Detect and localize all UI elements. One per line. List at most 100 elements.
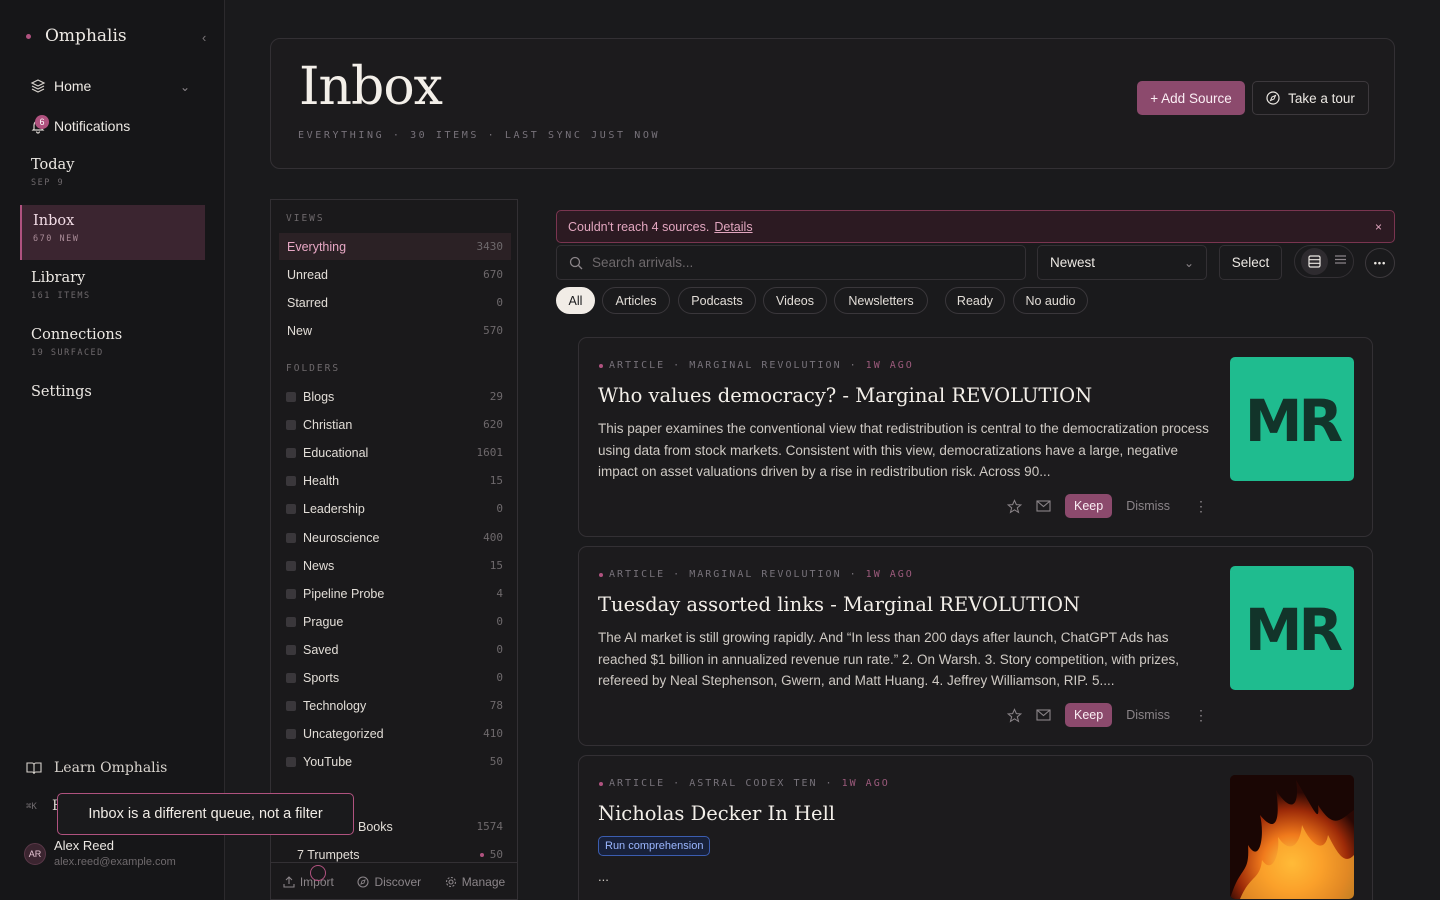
folder-color-icon — [286, 728, 296, 739]
nav-title: Settings — [31, 384, 92, 400]
nav-connections[interactable]: Connections 19 SURFACED — [20, 321, 205, 364]
filter-chip-videos[interactable]: Videos — [763, 287, 827, 314]
home-selector[interactable]: Home — [30, 78, 91, 94]
feed-card[interactable]: ARTICLE · ASTRAL CODEX TEN · 1W AGO Nich… — [578, 755, 1373, 900]
error-text: Couldn't reach 4 sources. — [568, 219, 710, 234]
filter-chip-podcasts[interactable]: Podcasts — [678, 287, 756, 314]
card-thumbnail[interactable]: MR — [1230, 566, 1354, 690]
filter-chip-all[interactable]: All — [556, 287, 595, 314]
card-description: This paper examines the conventional vie… — [598, 421, 1209, 480]
folder-item[interactable]: Uncategorized 410 — [286, 720, 503, 747]
view-new[interactable]: New 570 — [279, 317, 511, 344]
folder-item[interactable]: Christian 620 — [286, 411, 503, 438]
discover-button[interactable]: Discover — [357, 875, 421, 889]
user-profile[interactable]: AR Alex Reed alex.reed@example.com — [24, 838, 176, 868]
kebab-menu-icon[interactable]: ⋮ — [1194, 707, 1208, 724]
folder-item[interactable]: Sports 0 — [286, 664, 503, 691]
folder-color-icon — [286, 700, 296, 711]
more-options-icon[interactable]: ••• — [1365, 248, 1395, 278]
run-comprehension-badge[interactable]: Run comprehension — [598, 836, 711, 856]
card-title[interactable]: Nicholas Decker In Hell — [598, 802, 835, 825]
brand-name: Omphalis — [45, 26, 127, 46]
card-title[interactable]: Tuesday assorted links - Marginal REVOLU… — [598, 593, 1080, 616]
star-icon[interactable] — [1007, 498, 1022, 514]
star-icon[interactable] — [1007, 707, 1022, 723]
folder-item[interactable]: YouTube 50 — [286, 748, 503, 775]
filter-chip-newsletters[interactable]: Newsletters — [834, 287, 928, 314]
avatar: AR — [24, 843, 46, 865]
nav-library[interactable]: Library 161 ITEMS — [20, 264, 205, 307]
kebab-menu-icon[interactable]: ⋮ — [1194, 498, 1208, 515]
list-view-icon[interactable] — [1334, 253, 1347, 271]
nav-today[interactable]: Today SEP 9 — [20, 151, 205, 194]
learn-link[interactable]: Learn Omphalis — [26, 760, 167, 776]
import-button[interactable]: Import — [283, 875, 334, 889]
folder-item[interactable]: Educational 1601 — [286, 439, 503, 466]
folder-item[interactable]: News 15 — [286, 552, 503, 579]
view-toggle[interactable] — [1294, 245, 1354, 278]
folder-item[interactable]: Blogs 29 — [286, 383, 503, 410]
folder-item[interactable]: Prague 0 — [286, 608, 503, 635]
keep-button[interactable]: Keep — [1065, 703, 1113, 727]
sort-select[interactable]: Newest ⌄ — [1037, 245, 1207, 280]
view-everything[interactable]: Everything 3430 — [279, 233, 511, 260]
collapse-sidebar-icon[interactable]: ‹ — [202, 30, 206, 45]
folder-item[interactable]: Leadership 0 — [286, 495, 503, 522]
take-tour-button[interactable]: Take a tour — [1252, 81, 1369, 115]
folder-color-icon — [286, 532, 296, 543]
feed-card[interactable]: ARTICLE · MARGINAL REVOLUTION · 1W AGO T… — [578, 546, 1373, 746]
folder-label: Blogs — [303, 389, 335, 404]
folder-item[interactable]: Neuroscience 400 — [286, 524, 503, 551]
add-source-button[interactable]: + Add Source — [1137, 81, 1245, 115]
folder-item[interactable]: Technology 78 — [286, 692, 503, 719]
unread-dot-icon — [479, 853, 484, 857]
unread-dot-icon — [599, 363, 603, 368]
brand[interactable]: Omphalis — [26, 26, 127, 46]
folder-label: Health — [303, 473, 340, 488]
error-details-link[interactable]: Details — [714, 220, 752, 234]
manage-button[interactable]: Manage — [445, 875, 505, 889]
book-icon — [26, 762, 42, 775]
filter-chip-no-audio[interactable]: No audio — [1013, 287, 1088, 314]
card-view-icon[interactable] — [1301, 248, 1328, 275]
dismiss-button[interactable]: Dismiss — [1126, 708, 1170, 722]
close-icon[interactable]: × — [1375, 220, 1382, 234]
view-starred[interactable]: Starred 0 — [279, 289, 511, 316]
compass-icon — [357, 875, 370, 888]
card-thumbnail[interactable]: MR — [1230, 357, 1354, 481]
dismiss-button[interactable]: Dismiss — [1126, 499, 1170, 513]
folder-label: Educational — [303, 445, 369, 460]
mail-icon[interactable] — [1036, 709, 1051, 721]
folder-count: 0 — [496, 671, 503, 684]
folder-count: 15 — [489, 559, 503, 572]
folder-item[interactable]: Health 15 — [286, 467, 503, 494]
filter-chip-articles[interactable]: Articles — [602, 287, 670, 314]
folder-count: 78 — [489, 699, 503, 712]
nav-title: Library — [31, 270, 86, 286]
card-description: The AI market is still growing rapidly. … — [598, 630, 1180, 689]
filter-chip-ready[interactable]: Ready — [945, 287, 1005, 314]
card-thumbnail[interactable] — [1230, 775, 1354, 899]
chevron-down-icon[interactable]: ⌄ — [180, 80, 190, 94]
brand-dot-icon — [26, 33, 31, 39]
folder-count: 50 — [489, 755, 503, 768]
folder-item[interactable]: Saved 0 — [286, 636, 503, 663]
svg-text:MR: MR — [1245, 598, 1342, 658]
select-button[interactable]: Select — [1219, 245, 1282, 280]
keep-button[interactable]: Keep — [1065, 494, 1113, 518]
card-title[interactable]: Who values democracy? - Marginal REVOLUT… — [598, 384, 1092, 407]
folder-item[interactable]: Pipeline Probe 4 — [286, 580, 503, 607]
feed-card[interactable]: ARTICLE · MARGINAL REVOLUTION · 1W AGO W… — [578, 337, 1373, 537]
nav-inbox[interactable]: Inbox 670 NEW — [20, 205, 205, 260]
folder-count: 29 — [489, 390, 503, 403]
card-age: 1W AGO — [865, 569, 914, 580]
folder-color-icon — [286, 672, 296, 683]
mail-icon[interactable] — [1036, 500, 1051, 512]
upload-icon — [283, 875, 295, 888]
search-input[interactable]: Search arrivals... — [556, 245, 1026, 280]
view-unread[interactable]: Unread 670 — [279, 261, 511, 288]
views-heading: VIEWS — [286, 213, 325, 224]
folder-color-icon — [286, 391, 296, 402]
search-placeholder: Search arrivals... — [592, 255, 694, 270]
nav-settings[interactable]: Settings — [20, 378, 205, 406]
